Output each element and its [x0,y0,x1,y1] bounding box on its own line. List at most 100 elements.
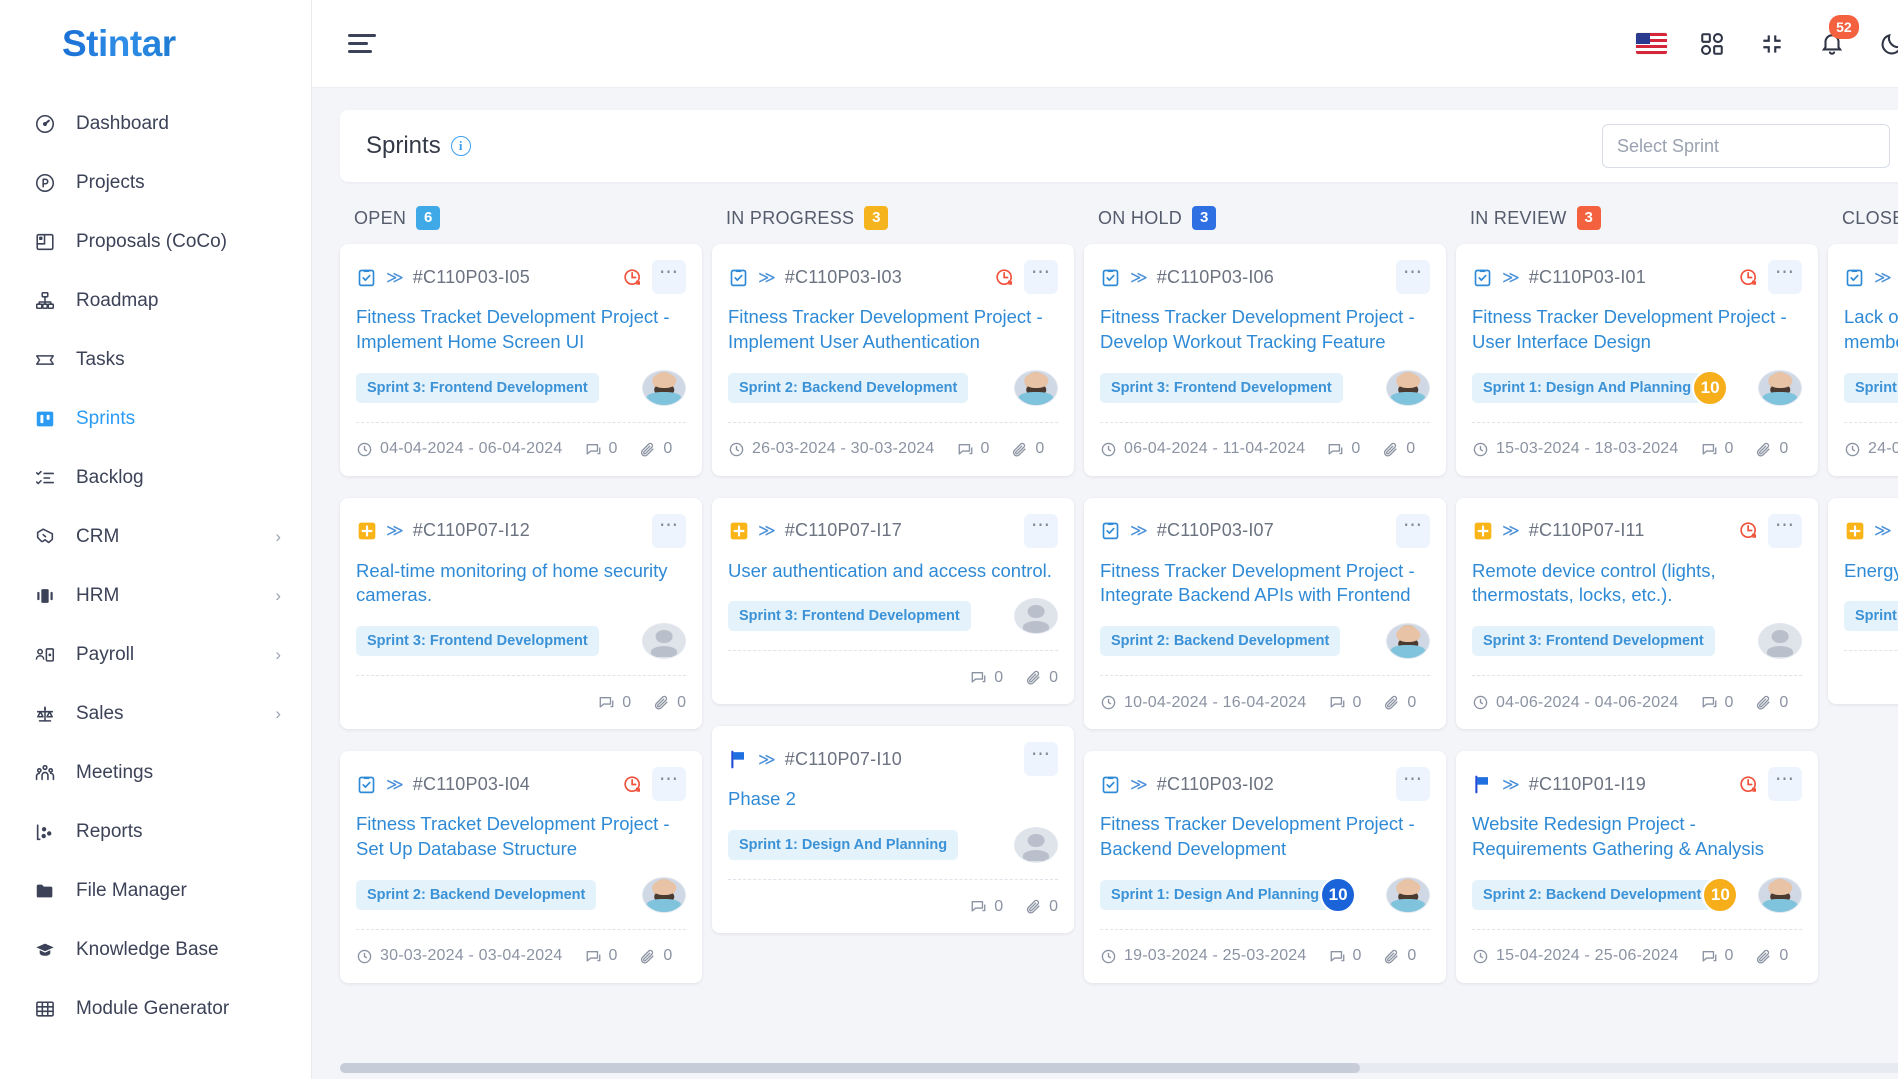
apps-grid-icon[interactable] [1696,28,1728,60]
sidebar-item-backlog[interactable]: Backlog [0,448,311,507]
task-card[interactable]: ≫ #C110P03-I06 ⋯ Fitness Tracker Develop… [1084,244,1446,476]
card-assignee-avatar[interactable] [1758,369,1802,406]
card-id: #C110P03-I06 [1156,266,1274,287]
board-icon [30,408,60,430]
card-title[interactable]: Phase 2 [728,787,1058,812]
card-assignee-placeholder[interactable] [1014,598,1058,635]
task-card[interactable]: ≫ #C110P35-I29 ⋯ Lack of collaboration t… [1828,244,1898,476]
card-assignee-placeholder[interactable] [1758,623,1802,660]
card-title[interactable]: Real-time monitoring of home security ca… [356,559,686,609]
sidebar-nav: Dashboard Projects Proposals (CoCo) Roadmap… [0,88,311,1038]
sidebar-item-reports[interactable]: Reports [0,802,311,861]
task-card[interactable]: ≫ #C110P03-I02 ⋯ Fitness Tracker Develop… [1084,751,1446,983]
sidebar-item-label: Sales [76,702,124,724]
sidebar-item-label: Knowledge Base [76,938,219,960]
task-card[interactable]: ≫ #C110P03-I01 ⋯ Fitness Tracker Develop… [1456,244,1818,476]
sidebar-item-proposals-coco[interactable]: Proposals (CoCo) [0,212,311,271]
task-card[interactable]: ≫ #C110P03-I05 ⋯ Fitness Tracket Develop… [340,244,702,476]
card-assignee-placeholder[interactable] [1014,827,1058,864]
card-assignee-avatar[interactable] [642,876,686,913]
card-sprint-tag: Sprint 1: Design And Planning [1100,879,1331,910]
notifications-button[interactable]: 52 [1816,14,1859,60]
card-title[interactable]: Fitness Tracker Development Project - Im… [728,305,1058,355]
card-title[interactable]: User authentication and access control. [728,559,1058,584]
comment-icon [957,441,974,458]
task-card[interactable]: ≫ #C110P07-I10 ⋯ Phase 2 Sprint 1: Desig… [712,726,1074,934]
sidebar-item-knowledge-base[interactable]: Knowledge Base [0,920,311,979]
card-assignee-placeholder[interactable] [642,623,686,660]
sidebar-item-dashboard[interactable]: Dashboard [0,94,311,153]
sidebar-item-payroll[interactable]: Payroll › [0,625,311,684]
task-card[interactable]: ≫ #C110P03-I04 ⋯ Fitness Tracket Develop… [340,751,702,983]
sidebar-item-meetings[interactable]: Meetings [0,743,311,802]
card-menu-button[interactable]: ⋯ [1768,513,1802,548]
sprint-select[interactable]: Select Sprint [1602,124,1890,168]
card-meta: Sprint 2: Backend Development 10 [1472,875,1802,915]
card-title[interactable]: Fitness Tracker Development Project - In… [1100,559,1430,609]
task-card[interactable]: ≫ #C110P07-I14 ⋯ Energy usage tracking a… [1828,497,1898,705]
card-menu-button[interactable]: ⋯ [1396,260,1430,294]
sidebar-item-module-generator[interactable]: Module Generator [0,979,311,1038]
card-title[interactable]: Fitness Tracker Development Project - Us… [1472,305,1802,355]
task-card[interactable]: ≫ #C110P03-I07 ⋯ Fitness Tracker Develop… [1084,497,1446,730]
card-date-range: 15-04-2024 - 25-06-2024 [1472,947,1679,965]
task-card[interactable]: ≫ #C110P03-I03 ⋯ Fitness Tracker Develop… [712,244,1074,476]
card-menu-button[interactable]: ⋯ [652,260,686,294]
hamburger-icon[interactable] [348,34,376,53]
language-selector[interactable] [1636,28,1668,60]
card-assignee-avatar[interactable] [1386,623,1430,660]
card-menu-button[interactable]: ⋯ [1396,513,1430,548]
horizontal-scrollbar[interactable] [340,1063,1898,1073]
card-menu-button[interactable]: ⋯ [652,767,686,802]
sidebar-item-sprints[interactable]: Sprints [0,389,311,448]
sidebar-item-projects[interactable]: Projects [0,153,311,212]
info-icon[interactable]: i [450,136,471,156]
card-header: ≫ #C110P03-I01 ⋯ [1472,260,1802,294]
sidebar-item-hrm[interactable]: HRM › [0,566,311,625]
comment-icon [970,669,987,686]
card-footer: 06-04-2024 - 11-04-2024 0 0 [1100,421,1430,476]
card-title[interactable]: Remote device control (lights, thermosta… [1472,559,1802,609]
card-id: #C110P07-I17 [784,520,902,541]
comment-icon [970,898,987,915]
card-comment-count: 0 [1327,440,1360,458]
card-title[interactable]: Energy usage tracking and optimization. [1844,559,1898,584]
task-card[interactable]: ≫ #C110P07-I17 ⋯ User authentication and… [712,497,1074,705]
card-title[interactable]: Website Redesign Project - Requirements … [1472,812,1802,862]
task-card[interactable]: ≫ #C110P01-I19 ⋯ Website Redesign Projec… [1456,751,1818,983]
task-card[interactable]: ≫ #C110P07-I12 ⋯ Real-time monitoring of… [340,497,702,730]
column-title: CLOSED [1842,207,1898,228]
card-menu-button[interactable]: ⋯ [1768,260,1802,294]
card-meta: Sprint 3: Frontend Development [728,596,1058,636]
card-date-range: 26-03-2024 - 30-03-2024 [728,440,935,458]
card-menu-button[interactable]: ⋯ [1768,767,1802,802]
card-menu-button[interactable]: ⋯ [1396,767,1430,802]
sidebar-item-sales[interactable]: Sales › [0,684,311,743]
card-assignee-avatar[interactable] [1386,369,1430,406]
card-title[interactable]: Fitness Tracker Development Project - Ba… [1100,812,1430,862]
sidebar-item-file-manager[interactable]: File Manager [0,861,311,920]
card-title[interactable]: Fitness Tracket Development Project - Se… [356,812,686,862]
sidebar-item-roadmap[interactable]: Roadmap [0,271,311,330]
sidebar-item-tasks[interactable]: Tasks [0,330,311,389]
card-title[interactable]: Fitness Tracket Development Project - Im… [356,305,686,355]
card-menu-button[interactable]: ⋯ [1024,260,1058,294]
card-menu-button[interactable]: ⋯ [1024,742,1058,777]
card-title[interactable]: Fitness Tracker Development Project - De… [1100,305,1430,355]
sidebar-item-crm[interactable]: CRM › [0,507,311,566]
card-assignee-avatar[interactable] [1386,876,1430,913]
card-assignee-avatar[interactable] [1014,369,1058,406]
card-sprint-tag: Sprint 3: Frontend Development [356,372,599,403]
moon-icon[interactable] [1876,28,1898,60]
card-menu-button[interactable]: ⋯ [1024,513,1058,548]
brand-logo[interactable]: Stintar [0,0,311,88]
chevron-double-down-icon: ≫ [1502,521,1520,541]
fullscreen-toggle-icon[interactable] [1756,28,1788,60]
card-title[interactable]: Lack of collaboration tools for team mem… [1844,305,1898,355]
kanban-board: OPEN 6 ≫ #C110P03-I05 ⋯ Fitness Tracket … [340,206,1898,1005]
card-assignee-avatar[interactable] [1758,876,1802,913]
card-menu-button[interactable]: ⋯ [652,513,686,548]
task-card[interactable]: ≫ #C110P07-I11 ⋯ Remote device control (… [1456,497,1818,730]
card-date-range: 04-04-2024 - 06-04-2024 [356,440,563,458]
card-assignee-avatar[interactable] [642,369,686,406]
